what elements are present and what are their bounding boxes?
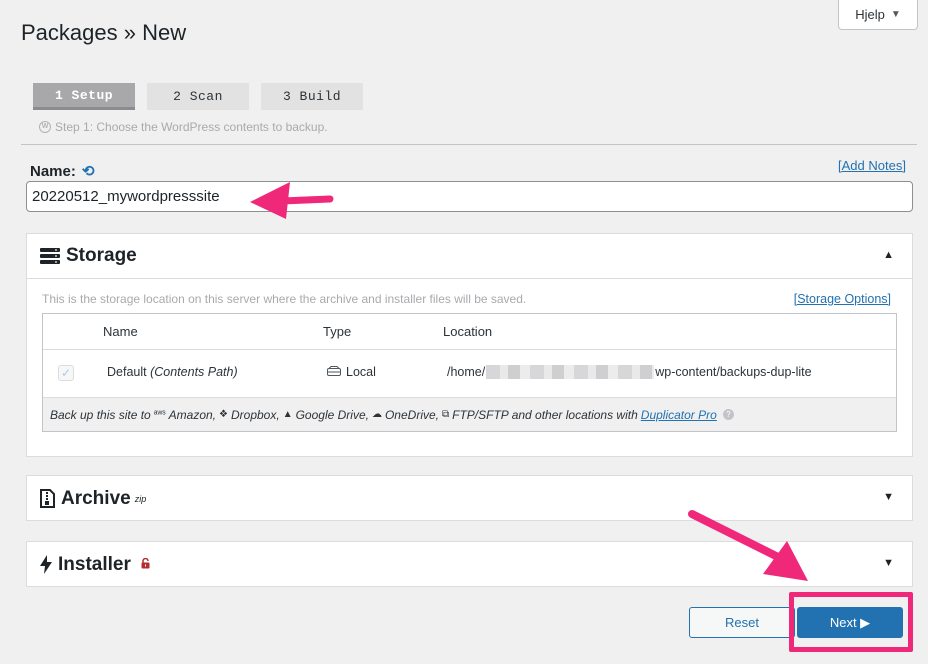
- step-description: W Step 1: Choose the WordPress contents …: [39, 120, 328, 134]
- storage-row-name: Default (Contents Path): [107, 365, 238, 379]
- archive-format: zip: [134, 493, 147, 504]
- add-notes-link[interactable]: [Add Notes]: [838, 158, 906, 173]
- server-icon: [40, 248, 60, 264]
- storage-panel: Storage ▲ This is the storage location o…: [26, 233, 913, 457]
- pro-upsell-footer: Back up this site to ᵃʷˢ Amazon, ❖ Dropb…: [43, 397, 896, 431]
- storage-row-location: /home/ wp-content/backups-dup-lite: [447, 365, 812, 379]
- aws-icon: ᵃʷˢ: [153, 409, 166, 420]
- column-header-location: Location: [443, 324, 493, 339]
- help-tab-button[interactable]: Hjelp ▼: [838, 0, 918, 30]
- storage-checkbox[interactable]: ✓: [58, 365, 74, 381]
- location-suffix: wp-content/backups-dup-lite: [655, 365, 812, 379]
- network-icon: ⧉: [442, 409, 450, 420]
- bolt-icon: [40, 555, 52, 574]
- location-prefix: /home/: [447, 365, 486, 379]
- name-label: Name: ⟲: [30, 162, 95, 181]
- package-name-input[interactable]: [26, 181, 913, 212]
- google-drive-icon: ▲: [282, 409, 293, 420]
- column-header-type: Type: [323, 324, 352, 339]
- help-label: Hjelp: [855, 7, 885, 22]
- duplicator-pro-link[interactable]: Duplicator Pro: [641, 408, 717, 422]
- column-header-name: Name: [103, 324, 138, 339]
- onedrive-icon: ☁: [371, 409, 382, 420]
- collapse-up-icon[interactable]: ▲: [883, 249, 894, 261]
- storage-description: This is the storage location on this ser…: [42, 292, 527, 306]
- storage-title: Storage: [66, 245, 137, 266]
- wordpress-icon: W: [39, 121, 51, 133]
- redacted-path: [486, 365, 655, 379]
- step-scan: 2 Scan: [147, 83, 249, 110]
- upsell-gdrive: Google Drive,: [295, 407, 369, 422]
- divider: [21, 144, 917, 145]
- expand-down-icon[interactable]: ▼: [883, 557, 894, 569]
- installer-panel: Installer ▼: [26, 541, 913, 587]
- caret-down-icon: ▼: [890, 9, 901, 20]
- archive-panel: Archive zip ▼: [26, 475, 913, 521]
- step-build: 3 Build: [261, 83, 363, 110]
- storage-type: Local: [346, 365, 376, 379]
- expand-down-icon[interactable]: ▼: [883, 491, 894, 503]
- step-setup: 1 Setup: [33, 83, 135, 110]
- upsell-onedrive: OneDrive,: [384, 407, 439, 422]
- page-title: Packages » New: [21, 20, 187, 45]
- storage-options-link[interactable]: [Storage Options]: [794, 292, 891, 306]
- reset-name-icon[interactable]: ⟲: [82, 162, 95, 180]
- archive-title: Archive: [61, 487, 131, 509]
- storage-table: Name Type Location ✓ Default (Contents P…: [42, 313, 897, 432]
- lock-icon: [141, 557, 150, 572]
- upsell-lead: Back up this site to: [50, 407, 151, 422]
- upsell-ftp: FTP/SFTP and other locations with: [452, 407, 638, 422]
- archive-panel-header[interactable]: Archive zip ▼: [27, 476, 912, 521]
- hard-drive-icon: [327, 365, 341, 379]
- zip-file-icon: [40, 489, 55, 508]
- installer-panel-header[interactable]: Installer ▼: [27, 542, 912, 587]
- table-divider: [43, 349, 896, 350]
- storage-row-type: Local: [327, 365, 376, 379]
- dropbox-icon: ❖: [219, 409, 228, 420]
- next-button[interactable]: Next ▶: [797, 607, 903, 638]
- storage-panel-header[interactable]: Storage ▲: [27, 234, 912, 279]
- help-question-icon[interactable]: ?: [722, 409, 734, 420]
- storage-name-note: (Contents Path): [150, 365, 238, 379]
- storage-name: Default: [107, 365, 147, 379]
- upsell-dropbox: Dropbox,: [230, 407, 280, 422]
- name-label-text: Name:: [30, 162, 76, 180]
- step-description-text: Step 1: Choose the WordPress contents to…: [55, 120, 328, 134]
- installer-title: Installer: [58, 553, 131, 575]
- upsell-amazon: Amazon,: [168, 407, 217, 422]
- reset-button[interactable]: Reset: [689, 607, 795, 638]
